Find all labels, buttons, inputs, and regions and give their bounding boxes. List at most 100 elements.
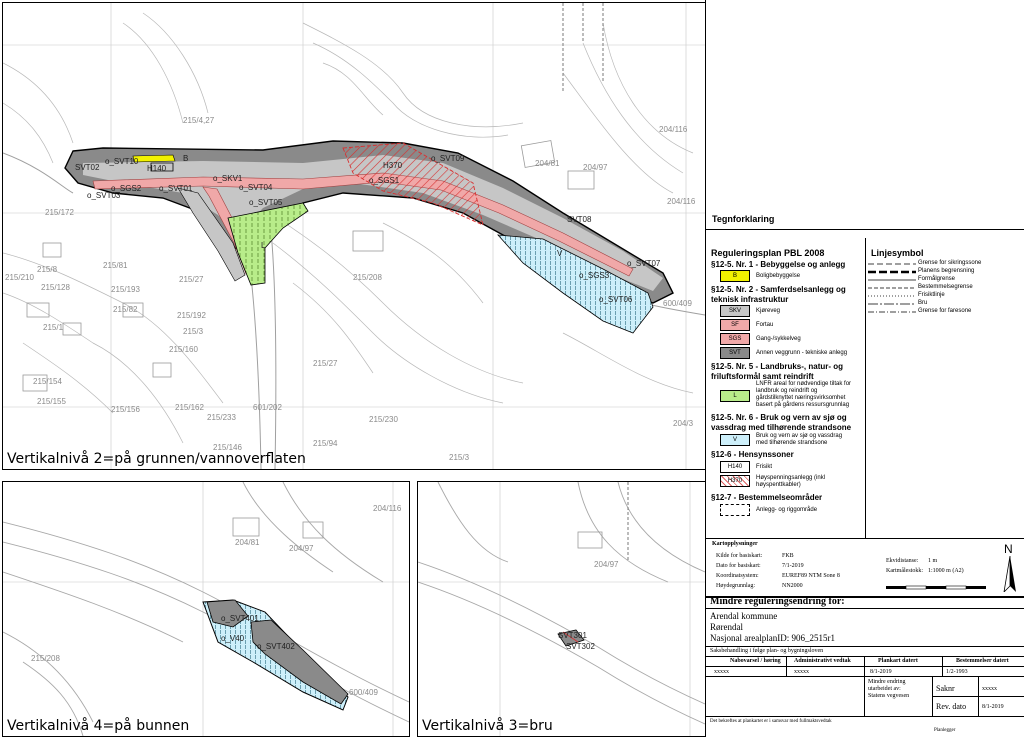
tb-sted: Rørendal	[710, 622, 743, 632]
legend-l-text-1: LNFR areal for nødvendige tiltak for	[756, 381, 852, 387]
tb-v1: xxxxx	[714, 669, 729, 675]
north-label: N	[1004, 542, 1013, 556]
bottom-map-panel[interactable]: o_SVT401 o_V40 o_SVT402 204/81 204/97 21…	[2, 481, 410, 737]
tb-heading: Mindre reguleringsendring for:	[710, 596, 845, 607]
label-svt10: o_SVT10	[105, 157, 139, 166]
label-svt01: o_SVT01	[159, 184, 193, 193]
label-l-main: L	[261, 241, 266, 250]
linesymbol-row: Grense for sikringssone	[866, 260, 981, 268]
bottom-map-drawing	[3, 482, 409, 736]
parcel-label: 215/233	[207, 413, 236, 422]
parcel-label: 600/409	[663, 299, 692, 308]
linesymbol-label: Frisiktlinje	[918, 292, 945, 298]
bridge-map-drawing	[418, 482, 705, 736]
parcel-label: 204/116	[659, 125, 688, 134]
scale-bar	[886, 585, 986, 590]
tb-saknr-label: Saknr	[936, 684, 955, 693]
tb-k4-value: NN2000	[782, 583, 803, 589]
parcel-label: 215/27	[313, 359, 338, 368]
legend-l-text-4: basert på gårdens ressursgrunnlag	[756, 402, 850, 408]
label-svt401: o_SVT401	[221, 614, 259, 623]
legend-section-6b: vassdrag med tilhørende strandsone	[711, 423, 852, 432]
linesymbol-title: Linjesymbol	[871, 248, 924, 258]
label-svt402: o_SVT402	[257, 642, 295, 651]
label-svt09: o_SVT09	[431, 154, 465, 163]
tb-revdato-value: 8/1-2019	[982, 704, 1004, 710]
swatch-svt: SVT	[720, 347, 750, 359]
legend-h140-text: Frisikt	[756, 464, 772, 470]
linesymbol-label: Bru	[918, 300, 928, 306]
label-v-main: V	[557, 249, 563, 258]
legend-heading: Tegnforklaring	[712, 214, 775, 224]
linesymbol-label: Grense for sikringssone	[918, 260, 982, 266]
main-panel-caption: Vertikalnivå 2=på grunnen/vannoverflaten	[7, 451, 306, 467]
parcel-label: 215/3	[183, 327, 204, 336]
legend-sgs-text: Gang-/sykkelveg	[756, 336, 801, 342]
main-map-drawing	[3, 3, 705, 469]
tb-kartopp: Kartopplysninger	[712, 541, 758, 547]
legend-column: Tegnforklaring Reguleringsplan PBL 2008 …	[705, 0, 1024, 737]
legend-v-text-2: med tilhørende strandsone	[756, 440, 828, 446]
label-skv1: o_SKV1	[213, 174, 243, 183]
tb-saknr-value: xxxxx	[982, 686, 997, 692]
label-svt301: SVT301	[558, 631, 587, 640]
label-h370: H370	[383, 161, 403, 170]
parcel-label: 204/116	[373, 504, 402, 513]
parcel-label: 215/1	[43, 323, 64, 332]
tb-k2-label: Dato for basiskart:	[716, 563, 761, 569]
parcel-label: 204/81	[535, 159, 560, 168]
tb-mindre-2: utarbeidet av:	[868, 686, 901, 692]
legend-section-2b: teknisk infrastruktur	[711, 295, 789, 304]
linesymbol-box: Linjesymbol Grense for sikringssone Plan…	[866, 238, 1024, 328]
label-svt06: o_SVT06	[599, 295, 633, 304]
tb-v3: 8/1-2019	[870, 669, 892, 675]
linesymbol-row: Frisiktlinje	[866, 292, 976, 300]
tb-col2: Administrativt vedtak	[794, 658, 851, 664]
tb-planlegger: Planlegger	[934, 728, 956, 733]
north-arrow-icon: N	[1002, 542, 1018, 592]
linesymbol-row: Formålgrense	[866, 276, 976, 284]
tb-planid: Nasjonal arealplanID: 906_2515r1	[710, 633, 835, 643]
parcel-label: 215/192	[177, 311, 206, 320]
tb-v4: 1/2-1993	[946, 669, 968, 675]
parcel-label: 215/208	[353, 273, 382, 282]
parcel-label: 204/81	[235, 538, 260, 547]
tb-mal-label: Kartmålestokk:	[886, 568, 923, 574]
parcel-label: 215/94	[313, 439, 338, 448]
bridge-map-panel[interactable]: SVT301 SVT302 204/97 Vertikalnivå 3=bru	[417, 481, 706, 737]
linesymbol-label: Grense for faresone	[918, 308, 972, 314]
legend-area-text: Anlegg- og riggområde	[756, 507, 818, 513]
swatch-area	[720, 504, 750, 516]
parcel-label: 215/81	[103, 261, 128, 270]
parcel-label: 204/97	[289, 544, 314, 553]
parcel-label: 215/27	[179, 275, 204, 284]
swatch-v: V	[720, 434, 750, 446]
linesymbol-row: Bestemmelsegrense	[866, 284, 976, 292]
parcel-label: 215/210	[5, 273, 34, 282]
tb-v2: xxxxx	[794, 669, 809, 675]
tb-col1: Nabovarsel / høring	[730, 658, 781, 664]
main-map-panel[interactable]: SVT02 o_SVT10 H140 o_SKV1 o_SGS2 o_SVT01…	[2, 2, 706, 470]
tb-mindre-1: Mindre endring	[868, 679, 906, 685]
tb-ekv-label: Ekvidistanse:	[886, 558, 919, 564]
swatch-h140: H140	[720, 461, 750, 473]
tb-saksbeh: Saksbehandling i følge plan- og bygnings…	[710, 648, 824, 654]
bottom-panel-caption: Vertikalnivå 4=på bunnen	[7, 718, 190, 734]
parcel-label: 215/193	[111, 285, 140, 294]
label-v40: o_V40	[221, 634, 245, 643]
tb-col3: Plankart datert	[878, 658, 918, 664]
legend-plan-title: Reguleringsplan PBL 2008	[711, 248, 825, 258]
linesymbol-row: Bru	[866, 300, 976, 308]
parcel-label: 600/409	[349, 688, 378, 697]
swatch-skv: SKV	[720, 305, 750, 317]
linesymbol-row: Grense for faresone	[866, 308, 976, 316]
tb-mindre-3: Statens vegvesen	[868, 693, 910, 699]
legend-l-text-2: landbruk og reindrift og	[756, 388, 818, 394]
tb-kommune: Arendal kommune	[710, 611, 778, 621]
parcel-label: 215/3	[449, 453, 470, 462]
parcel-label: 215/172	[45, 208, 74, 217]
parcel-label: 204/97	[583, 163, 608, 172]
parcel-label: 204/3	[673, 419, 694, 428]
bridge-panel-caption: Vertikalnivå 3=bru	[422, 718, 553, 734]
parcel-label: 204/97	[594, 560, 619, 569]
